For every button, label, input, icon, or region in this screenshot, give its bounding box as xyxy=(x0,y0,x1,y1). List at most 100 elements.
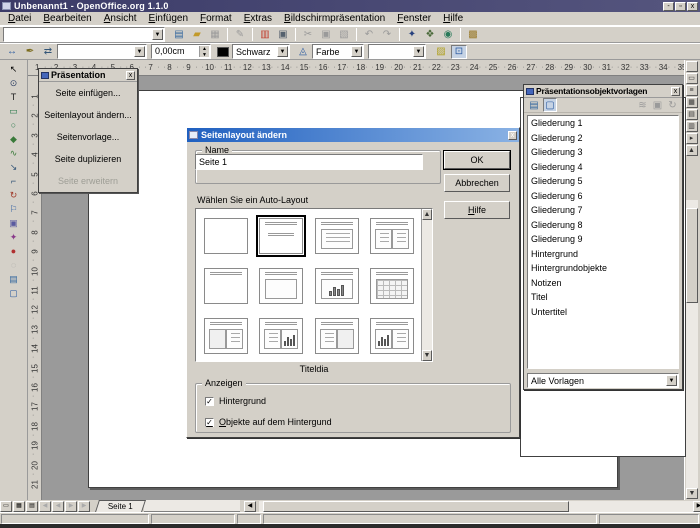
rectangle-tool[interactable]: ▭ xyxy=(3,104,25,118)
presentation-screen-tool[interactable]: ▢ xyxy=(3,286,25,300)
style-item[interactable]: Gliederung 7 xyxy=(528,203,678,218)
ok-button[interactable]: OK xyxy=(444,151,510,169)
last-page-button[interactable]: ▶ xyxy=(78,501,90,512)
ruler-corner-button[interactable] xyxy=(686,61,698,72)
redo-icon[interactable]: ↷ xyxy=(379,28,395,42)
style-item[interactable]: Gliederung 2 xyxy=(528,131,678,146)
style-list[interactable]: Gliederung 1Gliederung 2Gliederung 3 Glie… xyxy=(527,115,679,369)
pen-icon[interactable]: ✒ xyxy=(22,45,38,59)
new-document-icon[interactable]: ▤ xyxy=(171,28,187,42)
select-tool[interactable]: ↖ xyxy=(3,62,25,76)
close-icon[interactable]: x xyxy=(508,131,517,140)
scroll-left-icon[interactable]: ◀ xyxy=(244,501,256,512)
layout-option-title-bullets[interactable] xyxy=(315,218,359,254)
alignment-tool[interactable]: ⚐ xyxy=(3,202,25,216)
layout-option-bullets-chart[interactable] xyxy=(259,318,303,354)
export-pdf-icon[interactable]: ▥ xyxy=(257,28,273,42)
style-item[interactable]: Gliederung 3 xyxy=(528,145,678,160)
style-item[interactable]: Gliederung 9 xyxy=(528,232,678,247)
help-button[interactable]: Hilfe xyxy=(444,201,510,219)
print-icon[interactable]: ▣ xyxy=(275,28,291,42)
ellipse-tool[interactable]: ○ xyxy=(3,118,25,132)
new-style-from-selection-icon[interactable]: ▣ xyxy=(651,98,664,112)
fill-style-select[interactable]: Farbe ▼ xyxy=(312,44,364,59)
arrow-ends-icon[interactable]: ⇄ xyxy=(40,45,56,59)
cut-icon[interactable]: ✂ xyxy=(300,28,316,42)
presentation-toolbar-titlebar[interactable]: Präsentation x xyxy=(39,69,137,82)
pres-item-seite-duplizieren[interactable]: Seite duplizieren xyxy=(39,148,137,170)
layout-option-title-sub[interactable] xyxy=(259,218,303,254)
drawing-view-button[interactable]: ▭ xyxy=(686,73,698,84)
edit-file-icon[interactable]: ✎ xyxy=(232,28,248,42)
form-functions-tool[interactable]: ▤ xyxy=(3,272,25,286)
next-page-button[interactable]: ▶ xyxy=(65,501,77,512)
zoom-tool[interactable]: ⊙ xyxy=(3,76,25,90)
start-presentation-button[interactable]: ▸ xyxy=(686,133,698,144)
undo-icon[interactable]: ↶ xyxy=(361,28,377,42)
auto-layout-list[interactable]: ▲ ▼ xyxy=(195,208,433,362)
style-item[interactable]: Hintergrund xyxy=(528,247,678,262)
pres-item-seitenlayout-ndern[interactable]: Seitenlayout ändern... xyxy=(39,104,137,126)
line-arrow-tool[interactable]: ↘ xyxy=(3,160,25,174)
horizontal-scrollbar[interactable] xyxy=(259,501,693,512)
layout-option-chart-bullets[interactable] xyxy=(370,318,414,354)
style-item[interactable]: Hintergrundobjekte xyxy=(528,261,678,276)
style-item[interactable]: Untertitel xyxy=(528,305,678,320)
copy-icon[interactable]: ▣ xyxy=(318,28,334,42)
page-tab[interactable]: Seite 1 xyxy=(95,500,146,512)
style-item[interactable]: Gliederung 1 xyxy=(528,116,678,131)
close-icon[interactable]: x xyxy=(126,71,135,80)
update-style-icon[interactable]: ↻ xyxy=(666,98,679,112)
menu-fenster[interactable]: Fenster xyxy=(391,12,437,25)
line-width-stepper[interactable]: 0,00cm ▲▼ xyxy=(151,44,211,59)
menu-datei[interactable]: Datei xyxy=(2,12,37,25)
maximize-button[interactable]: ▫ xyxy=(675,2,686,11)
navigator-icon[interactable]: ✦ xyxy=(404,28,420,42)
url-combobox[interactable]: ▼ xyxy=(3,27,165,42)
menu-bildschirmprsentation[interactable]: Bildschirmpräsentation xyxy=(278,12,391,25)
menu-bearbeiten[interactable]: Bearbeiten xyxy=(37,12,97,25)
line-color-select[interactable]: Schwarz ▼ xyxy=(232,44,290,59)
menu-ansicht[interactable]: Ansicht xyxy=(98,12,143,25)
chevron-down-icon[interactable]: ▼ xyxy=(134,46,145,57)
style-item[interactable]: Notizen xyxy=(528,276,678,291)
horizontal-scrollbar-thumb[interactable] xyxy=(263,501,569,512)
edit-points-icon[interactable]: ↔ xyxy=(4,45,20,59)
checkbox-check-icon[interactable]: ✓ xyxy=(205,418,214,427)
stylist-titlebar[interactable]: Präsentationsobjektvorlagen x xyxy=(524,85,682,98)
chevron-down-icon[interactable]: ▼ xyxy=(413,46,424,57)
layer-mode-button[interactable]: ▤ xyxy=(26,501,38,512)
layout-option-title-table[interactable] xyxy=(370,268,414,304)
graphics-styles-icon[interactable]: ▢ xyxy=(543,98,557,112)
layout-option-title-2bullets[interactable] xyxy=(370,218,414,254)
arrange-tool[interactable]: ▣ xyxy=(3,216,25,230)
chevron-down-icon[interactable]: ▼ xyxy=(277,46,288,57)
scroll-up-icon[interactable]: ▲ xyxy=(422,209,432,220)
background-checkbox[interactable]: ✓ Hintergrund xyxy=(205,396,266,406)
menu-extras[interactable]: Extras xyxy=(238,12,278,25)
hyperlink-icon[interactable]: ◉ xyxy=(440,28,456,42)
chevron-down-icon[interactable]: ▼ xyxy=(666,375,677,386)
fill-color-select[interactable]: ▼ xyxy=(368,44,426,59)
name-input[interactable]: Seite 1 xyxy=(195,154,423,170)
connector-tool[interactable]: ⌐ xyxy=(3,174,25,188)
chevron-down-icon[interactable]: ▼ xyxy=(351,46,362,57)
page-mode-button[interactable]: ▭ xyxy=(0,501,12,512)
fill-format-mode-icon[interactable]: ≋ xyxy=(636,98,649,112)
dialog-titlebar[interactable]: Seitenlayout ändern x xyxy=(187,128,519,142)
scroll-down-icon[interactable]: ▼ xyxy=(686,488,698,499)
handout-view-button[interactable]: ▥ xyxy=(686,121,698,132)
effects-tool[interactable]: ✦ xyxy=(3,230,25,244)
layout-option-title-box[interactable] xyxy=(259,268,303,304)
scroll-right-icon[interactable]: ▶ xyxy=(693,501,700,512)
layout-option-title-chart[interactable] xyxy=(315,268,359,304)
slide-view-button[interactable]: ▦ xyxy=(686,97,698,108)
pres-item-seite-einf-gen[interactable]: Seite einfügen... xyxy=(39,82,137,104)
vertical-scrollbar-thumb[interactable] xyxy=(686,208,698,303)
scroll-up-icon[interactable]: ▲ xyxy=(686,145,698,156)
open-folder-icon[interactable]: ▰ xyxy=(189,28,205,42)
outline-view-button[interactable]: ≡ xyxy=(686,85,698,96)
save-icon[interactable]: ▦ xyxy=(207,28,223,42)
checkbox-check-icon[interactable]: ✓ xyxy=(205,397,214,406)
curve-tool[interactable]: ∿ xyxy=(3,146,25,160)
